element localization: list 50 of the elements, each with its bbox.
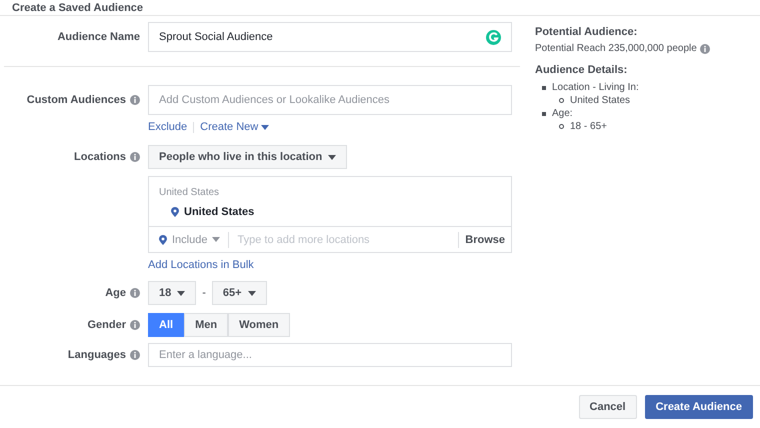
caret-icon xyxy=(177,290,186,296)
gender-option[interactable]: Men xyxy=(184,313,228,337)
info-icon xyxy=(130,350,140,360)
potential-reach-text: Potential Reach 235,000,000 people xyxy=(535,43,697,54)
field-label: Languages xyxy=(68,349,126,361)
audience-name-field[interactable]: Sprout Social Audience xyxy=(148,22,512,52)
field-label: Age xyxy=(105,287,126,299)
location-pin-icon xyxy=(159,234,167,244)
detail-item: Age: xyxy=(552,108,573,119)
field-label: Audience Name xyxy=(57,31,140,43)
grammar-checker-icon[interactable] xyxy=(486,30,501,44)
caret-icon xyxy=(261,124,270,130)
info-icon xyxy=(130,152,140,162)
info-icon xyxy=(700,44,710,54)
bullet-icon xyxy=(559,124,564,129)
bullet-icon xyxy=(559,98,564,103)
gender-option[interactable]: All xyxy=(148,313,184,337)
cancel-button[interactable]: Cancel xyxy=(578,395,637,419)
detail-item: United States xyxy=(570,95,630,106)
link[interactable]: Exclude xyxy=(148,121,188,133)
summary-heading: Audience Details: xyxy=(535,64,628,76)
bulk-locations-link[interactable]: Add Locations in Bulk xyxy=(148,259,254,271)
info-icon xyxy=(130,95,140,105)
location-pin-icon xyxy=(171,207,179,217)
info-icon xyxy=(130,288,140,298)
field-label: Gender xyxy=(87,319,126,331)
caret-icon xyxy=(248,290,256,296)
age-separator: - xyxy=(202,287,206,299)
dialog-title: Create a Saved Audience xyxy=(12,2,144,15)
location-type-dropdown[interactable]: People who live in this location xyxy=(148,145,348,169)
field-label: Custom Audiences xyxy=(26,94,126,106)
custom-audiences-field[interactable]: Add Custom Audiences or Lookalike Audiences xyxy=(148,85,512,115)
bullet-icon xyxy=(542,86,546,90)
gender-option[interactable]: Women xyxy=(228,313,290,337)
create-audience-button[interactable]: Create Audience xyxy=(644,395,753,419)
field-label: Locations xyxy=(74,151,126,163)
caret-icon xyxy=(212,237,220,242)
detail-item: Location - Living In: xyxy=(552,82,639,93)
age-min-dropdown[interactable]: 18 xyxy=(148,281,196,305)
location-group-heading: United States xyxy=(158,186,220,200)
summary-heading: Potential Audience: xyxy=(535,26,638,38)
link[interactable]: Create New xyxy=(200,121,270,133)
caret-icon xyxy=(328,154,336,160)
browse-button[interactable]: Browse xyxy=(458,232,511,248)
languages-field[interactable]: Enter a language... xyxy=(148,343,512,367)
age-max-dropdown[interactable]: 65+ xyxy=(212,281,267,305)
info-icon xyxy=(130,320,140,330)
bullet-icon xyxy=(542,112,546,116)
selected-location: United States xyxy=(184,206,254,218)
detail-item: 18 - 65+ xyxy=(570,121,607,132)
